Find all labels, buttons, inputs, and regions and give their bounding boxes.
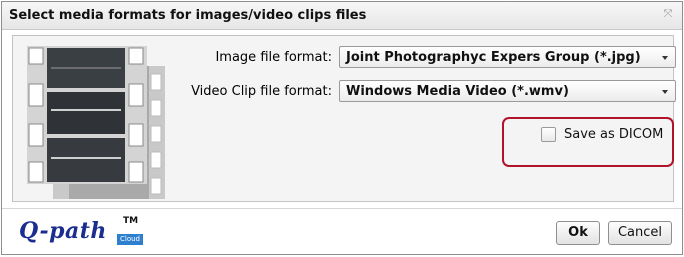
save-as-dicom-checkbox[interactable]: [541, 127, 556, 142]
chevron-down-icon: [662, 90, 668, 94]
image-format-label: Image file format:: [215, 50, 332, 65]
cancel-button[interactable]: Cancel: [608, 221, 672, 245]
save-as-dicom-label[interactable]: Save as DICOM: [564, 127, 663, 142]
video-format-value: Windows Media Video (*.wmv): [346, 84, 569, 99]
chevron-down-icon: [662, 56, 668, 60]
media-format-dialog: Select media formats for images/video cl…: [1, 1, 683, 255]
video-format-label: Video Clip file format:: [191, 84, 332, 99]
video-format-select[interactable]: Windows Media Video (*.wmv): [339, 80, 676, 102]
logo-cloud-badge: Cloud: [117, 234, 143, 245]
logo-trademark: TM: [123, 216, 139, 226]
ok-button[interactable]: Ok: [556, 221, 600, 245]
film-strip-icon: [27, 46, 165, 199]
dialog-title: Select media formats for images/video cl…: [9, 8, 367, 23]
dicom-highlight-frame: [502, 117, 674, 167]
image-format-value: Joint Photographyc Expers Group (*.jpg): [346, 50, 641, 65]
qpath-logo: Q-path TM Cloud: [19, 216, 149, 250]
dialog-titlebar[interactable]: Select media formats for images/video cl…: [2, 2, 682, 30]
image-format-select[interactable]: Joint Photographyc Expers Group (*.jpg): [339, 46, 676, 68]
footer-divider: [2, 208, 682, 209]
logo-text: Q-path: [19, 218, 107, 244]
close-icon[interactable]: ⤧: [662, 8, 674, 20]
